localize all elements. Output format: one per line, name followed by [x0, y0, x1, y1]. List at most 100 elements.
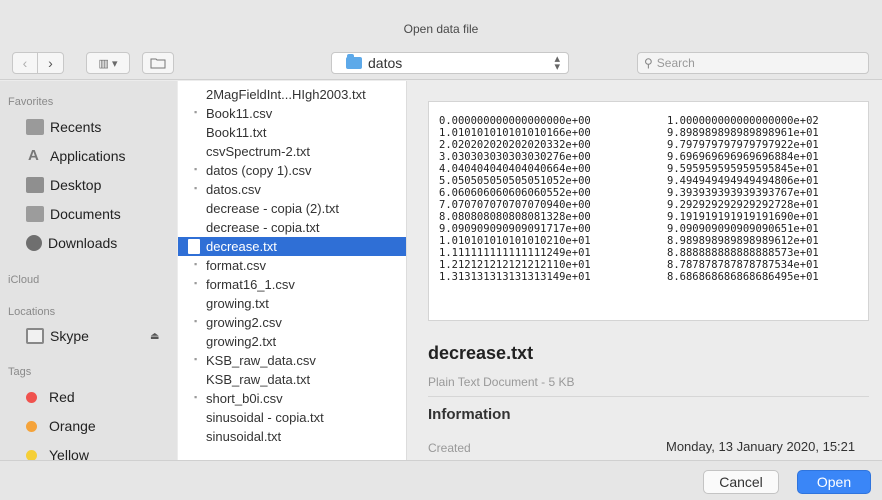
- created-label: Created: [428, 441, 471, 455]
- sidebar-item-desktop[interactable]: Desktop: [26, 174, 101, 196]
- file-item[interactable]: decrease - copia.txt: [178, 218, 406, 237]
- preview-cell: 1.010101010101010210e+01: [439, 235, 591, 247]
- file-item[interactable]: sinusoidal.txt: [178, 427, 406, 446]
- preview-cell: 5.050505050505051052e+00: [439, 175, 591, 187]
- back-button[interactable]: ‹: [12, 52, 38, 74]
- sidebar-item-documents[interactable]: Documents: [26, 203, 121, 225]
- preview-cell: 8.989898989898989612e+01: [667, 235, 819, 247]
- yellow-tag-dot-icon: [26, 449, 37, 460]
- sidebar-tag-red[interactable]: Red: [22, 386, 75, 408]
- file-name: decrease - copia.txt: [206, 220, 320, 235]
- preview-row: 3.030303030303030276e+00 9.69696969696969…: [429, 151, 868, 163]
- file-item[interactable]: growing2.txt: [178, 332, 406, 351]
- sidebar-tag-orange[interactable]: Orange: [22, 415, 96, 437]
- preview-row: 4.040404040404040664e+00 9.59595959595959…: [429, 163, 868, 175]
- file-item[interactable]: Book11.txt: [178, 123, 406, 142]
- csv-file-icon: ▪: [194, 183, 198, 193]
- file-content-preview: 0.000000000000000000e+00 1.00000000000000…: [428, 101, 869, 321]
- file-item[interactable]: ▪ growing2.csv: [178, 313, 406, 332]
- file-name: Book11.txt: [206, 125, 267, 140]
- updown-chevron-icon: ▴ ▾: [554, 53, 560, 73]
- file-item[interactable]: csvSpectrum-2.txt: [178, 142, 406, 161]
- file-item[interactable]: ▪ Book11.csv: [178, 104, 406, 123]
- sidebar-item-applications[interactable]: Applications: [26, 145, 126, 167]
- file-name: decrease.txt: [206, 239, 277, 254]
- file-name: 2MagFieldInt...HIgh2003.txt: [206, 87, 366, 102]
- sidebar-item-downloads[interactable]: Downloads: [26, 232, 117, 254]
- view-mode-button[interactable]: ▥ ▾: [86, 52, 130, 74]
- file-name: datos.csv: [206, 182, 261, 197]
- file-item[interactable]: sinusoidal - copia.txt: [178, 408, 406, 427]
- sidebar-item-label: Skype: [50, 328, 89, 344]
- eject-icon[interactable]: ⏏: [150, 331, 159, 342]
- file-name: growing.txt: [206, 296, 269, 311]
- preview-cell: 8.888888888888888573e+01: [667, 247, 819, 259]
- file-item[interactable]: ▪ format.csv: [178, 256, 406, 275]
- sidebar-header-favorites: Favorites: [8, 96, 54, 108]
- preview-cell: 9.393939393939393767e+01: [667, 187, 819, 199]
- file-item[interactable]: growing.txt: [178, 294, 406, 313]
- file-item[interactable]: ▪ KSB_raw_data.csv: [178, 351, 406, 370]
- location-popup[interactable]: datos ▴ ▾: [331, 52, 569, 74]
- downloads-icon: [26, 235, 42, 251]
- preview-cell: 1.111111111111111249e+01: [439, 247, 591, 259]
- preview-cell: 9.090909090909090651e+01: [667, 223, 819, 235]
- text-document-icon: [188, 239, 200, 254]
- csv-file-icon: ▪: [194, 107, 198, 117]
- search-field[interactable]: ⚲ Search: [637, 52, 869, 74]
- preview-cell: 9.898989898989898961e+01: [667, 127, 819, 139]
- preview-cell: 8.686868686868686495e+01: [667, 271, 819, 283]
- title-bar: Open data file: [0, 0, 882, 44]
- sidebar-header-icloud: iCloud: [8, 274, 40, 286]
- file-name: short_b0i.csv: [206, 391, 283, 406]
- sidebar-item-label: Recents: [50, 119, 102, 135]
- sidebar-item-skype[interactable]: Skype: [26, 325, 89, 347]
- recents-icon: [26, 119, 44, 135]
- sidebar: Favorites Recents Applications Desktop D…: [0, 81, 177, 460]
- preview-cell: 7.070707070707070940e+00: [439, 199, 591, 211]
- file-item[interactable]: KSB_raw_data.txt: [178, 370, 406, 389]
- documents-icon: [26, 206, 44, 222]
- preview-cell: 9.090909090909091717e+00: [439, 223, 591, 235]
- sidebar-tag-yellow[interactable]: Yellow: [22, 444, 89, 460]
- preview-row: 0.000000000000000000e+00 1.00000000000000…: [429, 115, 868, 127]
- information-header: Information: [428, 406, 511, 423]
- folder-icon: [346, 54, 362, 69]
- file-item[interactable]: decrease - copia (2).txt: [178, 199, 406, 218]
- preview-row: 8.080808080808081328e+00 9.19191919191919…: [429, 211, 868, 223]
- file-item[interactable]: ▪ short_b0i.csv: [178, 389, 406, 408]
- toolbar: ‹ › ▥ ▾ datos ▴ ▾ ⚲ Search: [0, 44, 882, 80]
- csv-file-icon: ▪: [194, 259, 198, 269]
- file-item[interactable]: ▪ datos.csv: [178, 180, 406, 199]
- sidebar-item-label: Applications: [50, 148, 126, 164]
- file-name: sinusoidal.txt: [206, 429, 282, 444]
- preview-pane: 0.000000000000000000e+00 1.00000000000000…: [408, 81, 882, 460]
- file-name: growing2.txt: [206, 334, 277, 349]
- window-title: Open data file: [403, 22, 479, 36]
- cancel-button[interactable]: Cancel: [703, 470, 779, 494]
- file-item[interactable]: 2MagFieldInt...HIgh2003.txt: [178, 85, 406, 104]
- file-list: 2MagFieldInt...HIgh2003.txt ▪ Book11.csv …: [178, 81, 407, 460]
- preview-row: 1.313131313131313149e+01 8.68686868686868…: [429, 271, 868, 283]
- preview-cell: 9.292929292929292728e+01: [667, 199, 819, 211]
- file-item[interactable]: ▪ datos (copy 1).csv: [178, 161, 406, 180]
- preview-file-kind: Plain Text Document - 5 KB: [428, 375, 575, 389]
- sidebar-item-label: Desktop: [50, 177, 102, 193]
- preview-cell: 9.595959595959595845e+01: [667, 163, 819, 175]
- forward-button[interactable]: ›: [38, 52, 64, 74]
- preview-row: 6.060606060606060552e+00 9.39393939393939…: [429, 187, 868, 199]
- preview-cell: 3.030303030303030276e+00: [439, 151, 591, 163]
- file-item[interactable]: ▪ format16_1.csv: [178, 275, 406, 294]
- preview-cell: 8.787878787878787534e+01: [667, 259, 819, 271]
- open-button[interactable]: Open: [797, 470, 871, 494]
- sidebar-item-recents[interactable]: Recents: [26, 116, 101, 138]
- new-folder-button[interactable]: [142, 52, 174, 74]
- file-item-selected[interactable]: decrease.txt: [178, 237, 406, 256]
- red-tag-dot-icon: [26, 391, 37, 403]
- divider: [428, 396, 869, 397]
- preview-row: 1.111111111111111249e+01 8.88888888888888…: [429, 247, 868, 259]
- csv-file-icon: ▪: [194, 278, 198, 288]
- new-folder-icon: [150, 58, 166, 69]
- chevron-left-icon: ‹: [22, 55, 28, 71]
- csv-file-icon: ▪: [194, 164, 198, 174]
